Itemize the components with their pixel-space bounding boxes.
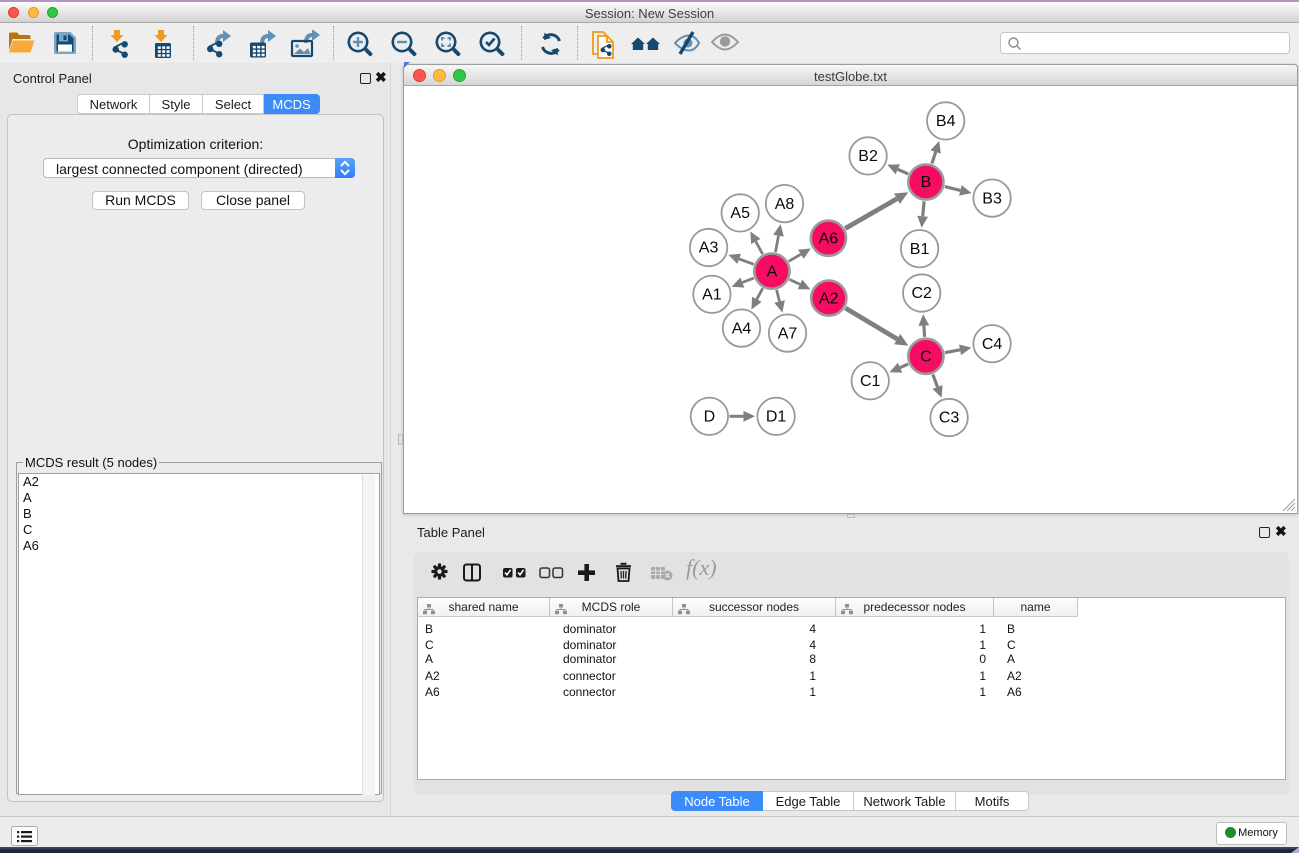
svg-text:A: A	[767, 263, 778, 280]
svg-text:C2: C2	[911, 285, 932, 302]
svg-text:B3: B3	[982, 190, 1002, 207]
svg-text:D: D	[704, 409, 716, 426]
svg-text:A8: A8	[775, 196, 795, 213]
svg-text:A7: A7	[778, 325, 798, 342]
svg-text:B2: B2	[858, 148, 878, 165]
svg-text:B1: B1	[910, 241, 930, 258]
svg-text:A2: A2	[819, 290, 839, 307]
svg-text:C1: C1	[860, 373, 881, 390]
svg-text:C: C	[920, 349, 932, 366]
svg-text:B: B	[921, 174, 932, 191]
svg-text:D1: D1	[766, 409, 787, 426]
svg-text:A3: A3	[699, 240, 719, 257]
svg-text:C3: C3	[939, 410, 960, 427]
svg-text:A1: A1	[702, 287, 722, 304]
svg-text:A5: A5	[730, 205, 750, 222]
svg-text:A6: A6	[819, 230, 839, 247]
svg-text:B4: B4	[936, 113, 956, 130]
svg-text:C4: C4	[982, 336, 1003, 353]
svg-text:A4: A4	[732, 320, 752, 337]
